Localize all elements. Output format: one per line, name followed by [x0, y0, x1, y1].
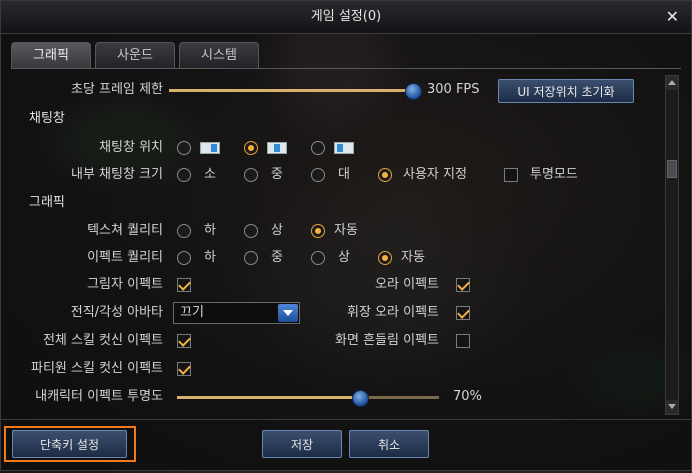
- party-cutin-row: 파티원 스킬 컷신 이펙트: [1, 357, 663, 381]
- title-bar: 게임 설정(0) ✕: [1, 1, 691, 34]
- aura-effect-checkbox[interactable]: [456, 278, 470, 292]
- shadow-effect-label: 그림자 이펙트: [87, 277, 163, 292]
- chat-section-title: 채팅창: [29, 111, 65, 126]
- bottom-bar: 단축키 설정 저장 취소: [1, 419, 691, 473]
- effect-quality-radio-low[interactable]: [177, 251, 191, 265]
- avatar-select[interactable]: 끄기: [173, 302, 300, 324]
- frame-limit-value: 300 FPS: [427, 82, 480, 97]
- effect-quality-radio-medium[interactable]: [244, 251, 258, 265]
- hotkey-settings-button[interactable]: 단축키 설정: [12, 430, 127, 458]
- scroll-up-icon[interactable]: [666, 76, 678, 90]
- chat-size-large-label: 대: [338, 167, 350, 182]
- frame-limit-slider[interactable]: [169, 83, 422, 100]
- chat-position-center-icon: [267, 142, 287, 154]
- chat-size-small-label: 소: [204, 167, 216, 182]
- effect-quality-radio-high[interactable]: [311, 251, 325, 265]
- chat-size-medium-label: 중: [271, 167, 283, 182]
- cancel-button[interactable]: 취소: [349, 430, 429, 458]
- save-button[interactable]: 저장: [262, 430, 342, 458]
- shadow-effect-checkbox[interactable]: [177, 278, 191, 292]
- tab-sound[interactable]: 사운드: [95, 42, 175, 68]
- settings-scrollbar[interactable]: [665, 75, 679, 415]
- window-title: 게임 설정(0): [310, 9, 382, 24]
- settings-window: 게임 설정(0) ✕ 그래픽 사운드 시스템 초당 프레임 제한 300 FPS…: [0, 0, 692, 471]
- texture-quality-label: 텍스쳐 퀄리티: [87, 223, 163, 238]
- effect-transparency-value: 70%: [453, 389, 482, 404]
- texture-quality-low-label: 하: [204, 223, 216, 238]
- effect-quality-radio-auto[interactable]: [378, 251, 392, 265]
- tab-divider: [11, 68, 681, 69]
- effect-transparency-row: 내캐릭터 이펙트 투명도 70%: [1, 385, 663, 409]
- tab-system[interactable]: 시스템: [179, 42, 259, 68]
- chat-size-radio-small[interactable]: [177, 168, 191, 182]
- frame-limit-row: 초당 프레임 제한 300 FPS UI 저장위치 초기화: [1, 78, 663, 103]
- effect-quality-row: 이펙트 퀄리티 하 중 상 자동: [1, 246, 663, 270]
- texture-quality-radio-low[interactable]: [177, 224, 191, 238]
- texture-quality-radio-high[interactable]: [244, 224, 258, 238]
- chat-position-label: 채팅창 위치: [99, 140, 163, 155]
- chat-size-radio-custom[interactable]: [378, 168, 392, 182]
- avatar-emblem-row: 전직/각성 아바타 끄기 휘장 오라 이펙트: [1, 301, 663, 325]
- chat-position-right-icon: [200, 142, 220, 154]
- skill-cutin-party-label: 파티원 스킬 컷신 이펙트: [31, 361, 163, 376]
- chat-position-left-icon: [334, 142, 354, 154]
- frame-limit-label: 초당 프레임 제한: [71, 82, 163, 97]
- avatar-label: 전직/각성 아바타: [70, 305, 163, 320]
- tab-graphics[interactable]: 그래픽: [11, 42, 91, 68]
- close-icon[interactable]: ✕: [666, 1, 679, 33]
- texture-quality-high-label: 상: [271, 223, 283, 238]
- effect-quality-auto-label: 자동: [401, 250, 425, 265]
- emblem-aura-checkbox[interactable]: [456, 306, 470, 320]
- chat-size-row: 내부 채팅창 크기 소 중 대 사용자 지정 투명모드: [1, 163, 663, 187]
- aura-effect-label: 오라 이펙트: [375, 277, 439, 292]
- skill-cutin-party-checkbox[interactable]: [177, 362, 191, 376]
- texture-quality-radio-auto[interactable]: [311, 224, 325, 238]
- screen-shake-label: 화면 흔들림 이펙트: [335, 333, 439, 348]
- effect-transparency-slider[interactable]: [177, 390, 439, 407]
- skill-cutin-all-checkbox[interactable]: [177, 334, 191, 348]
- texture-quality-auto-label: 자동: [334, 223, 358, 238]
- effect-transparency-knob[interactable]: [352, 390, 370, 407]
- chat-size-label: 내부 채팅창 크기: [71, 167, 163, 182]
- settings-content: 초당 프레임 제한 300 FPS UI 저장위치 초기화 채팅창 채팅창 위치…: [1, 71, 663, 416]
- scroll-thumb[interactable]: [667, 160, 677, 178]
- chat-position-row: 채팅창 위치: [1, 136, 663, 160]
- shadow-aura-row: 그림자 이펙트 오라 이펙트: [1, 273, 663, 297]
- effect-quality-high-label: 상: [338, 250, 350, 265]
- screen-shake-checkbox[interactable]: [456, 334, 470, 348]
- chat-position-radio-3[interactable]: [311, 141, 325, 155]
- texture-quality-row: 텍스쳐 퀄리티 하 상 자동: [1, 219, 663, 243]
- transparent-mode-checkbox[interactable]: [504, 168, 518, 182]
- scroll-down-icon[interactable]: [666, 400, 678, 414]
- emblem-aura-label: 휘장 오라 이펙트: [347, 305, 439, 320]
- chat-size-custom-label: 사용자 지정: [403, 167, 467, 182]
- chat-position-radio-1[interactable]: [177, 141, 191, 155]
- tab-bar: 그래픽 사운드 시스템: [11, 42, 259, 68]
- frame-limit-knob[interactable]: [405, 83, 422, 100]
- effect-quality-label: 이펙트 퀄리티: [87, 250, 163, 265]
- ui-position-reset-button[interactable]: UI 저장위치 초기화: [498, 79, 634, 103]
- frame-limit-fill: [169, 89, 413, 92]
- transparent-mode-label: 투명모드: [530, 167, 578, 182]
- effect-transparency-label: 내캐릭터 이펙트 투명도: [35, 389, 163, 404]
- effect-transparency-fill: [177, 396, 361, 399]
- cutin-shake-row: 전체 스킬 컷신 이펙트 화면 흔들림 이펙트: [1, 329, 663, 353]
- chat-size-radio-large[interactable]: [311, 168, 325, 182]
- chat-position-radio-2[interactable]: [244, 141, 258, 155]
- chat-size-radio-medium[interactable]: [244, 168, 258, 182]
- graphics-section-title: 그래픽: [29, 195, 65, 210]
- skill-cutin-all-label: 전체 스킬 컷신 이펙트: [42, 333, 163, 348]
- avatar-select-value: 끄기: [180, 305, 204, 320]
- effect-quality-low-label: 하: [204, 250, 216, 265]
- effect-quality-medium-label: 중: [271, 250, 283, 265]
- chevron-down-icon[interactable]: [278, 304, 298, 322]
